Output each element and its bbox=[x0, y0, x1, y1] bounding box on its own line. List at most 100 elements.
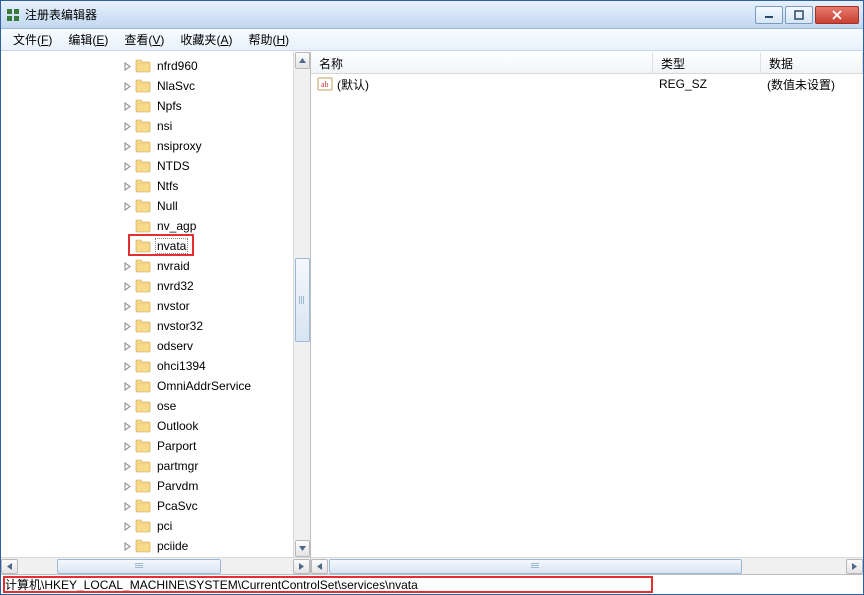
list-row[interactable]: ab(默认)REG_SZ(数值未设置) bbox=[311, 74, 863, 94]
tree-node[interactable]: Npfs bbox=[5, 96, 310, 116]
expand-icon[interactable] bbox=[121, 540, 133, 552]
scroll-right-button[interactable] bbox=[846, 559, 863, 574]
maximize-button[interactable] bbox=[785, 6, 813, 24]
tree-label[interactable]: Parport bbox=[155, 439, 198, 453]
list-horizontal-scrollbar[interactable] bbox=[311, 557, 863, 574]
tree-label[interactable]: nvata bbox=[155, 238, 188, 254]
tree-label[interactable]: Null bbox=[155, 199, 180, 213]
tree-node[interactable]: nv_agp bbox=[5, 216, 310, 236]
tree-view[interactable]: nfrd960 NlaSvc Npfs nsi nsiproxy NTDS Ntfs Null… bbox=[1, 52, 310, 557]
expand-icon[interactable] bbox=[121, 280, 133, 292]
col-type[interactable]: 类型 bbox=[653, 52, 761, 73]
tree-node[interactable]: PcaSvc bbox=[5, 496, 310, 516]
expand-icon[interactable] bbox=[121, 260, 133, 272]
expand-icon[interactable] bbox=[121, 380, 133, 392]
tree-label[interactable]: Parvdm bbox=[155, 479, 200, 493]
tree-node[interactable]: pci bbox=[5, 516, 310, 536]
menu-edit[interactable]: 编辑(E) bbox=[60, 29, 116, 50]
titlebar[interactable]: 注册表编辑器 bbox=[1, 1, 863, 29]
tree-label[interactable]: nsiproxy bbox=[155, 139, 204, 153]
scroll-down-button[interactable] bbox=[295, 540, 310, 557]
tree-label[interactable]: ohci1394 bbox=[155, 359, 208, 373]
tree-node[interactable]: Null bbox=[5, 196, 310, 216]
col-name[interactable]: 名称 bbox=[311, 52, 653, 73]
tree-node[interactable]: NTDS bbox=[5, 156, 310, 176]
expand-icon[interactable] bbox=[121, 500, 133, 512]
expand-icon[interactable] bbox=[121, 340, 133, 352]
tree-label[interactable]: Ntfs bbox=[155, 179, 180, 193]
tree-label[interactable]: pciide bbox=[155, 539, 190, 553]
minimize-button[interactable] bbox=[755, 6, 783, 24]
expand-icon[interactable] bbox=[121, 200, 133, 212]
tree-label[interactable]: PcaSvc bbox=[155, 499, 200, 513]
scroll-right-button[interactable] bbox=[293, 559, 310, 574]
tree-node[interactable]: nsi bbox=[5, 116, 310, 136]
tree-node[interactable]: odserv bbox=[5, 336, 310, 356]
tree-label[interactable]: ose bbox=[155, 399, 178, 413]
tree-node[interactable]: nsiproxy bbox=[5, 136, 310, 156]
list-view[interactable]: ab(默认)REG_SZ(数值未设置) bbox=[311, 74, 863, 557]
tree-label[interactable]: nsi bbox=[155, 119, 174, 133]
tree-horizontal-scrollbar[interactable] bbox=[1, 557, 310, 574]
expand-icon[interactable] bbox=[121, 300, 133, 312]
expand-icon[interactable] bbox=[121, 420, 133, 432]
tree-node[interactable]: nvstor32 bbox=[5, 316, 310, 336]
scroll-thumb[interactable] bbox=[329, 559, 742, 574]
expand-icon[interactable] bbox=[121, 360, 133, 372]
tree-node[interactable]: partmgr bbox=[5, 456, 310, 476]
scroll-left-button[interactable] bbox=[1, 559, 18, 574]
expand-icon[interactable] bbox=[121, 60, 133, 72]
expand-icon[interactable] bbox=[121, 160, 133, 172]
tree-label[interactable]: pci bbox=[155, 519, 174, 533]
scroll-left-button[interactable] bbox=[311, 559, 328, 574]
tree-label[interactable]: NTDS bbox=[155, 159, 192, 173]
tree-node[interactable]: nfrd960 bbox=[5, 56, 310, 76]
expand-icon[interactable] bbox=[121, 440, 133, 452]
scroll-track[interactable] bbox=[329, 559, 845, 574]
tree-node[interactable]: ohci1394 bbox=[5, 356, 310, 376]
menu-view[interactable]: 查看(V) bbox=[116, 29, 172, 50]
expand-icon[interactable] bbox=[121, 100, 133, 112]
tree-label[interactable]: NlaSvc bbox=[155, 79, 197, 93]
tree-vertical-scrollbar[interactable] bbox=[293, 52, 310, 557]
tree-label[interactable]: nvstor bbox=[155, 299, 192, 313]
scroll-track[interactable] bbox=[295, 70, 310, 539]
tree-node[interactable]: pciide bbox=[5, 536, 310, 556]
tree-node[interactable]: Outlook bbox=[5, 416, 310, 436]
expand-icon[interactable] bbox=[121, 140, 133, 152]
expand-icon[interactable] bbox=[121, 120, 133, 132]
scroll-thumb[interactable] bbox=[295, 258, 310, 342]
tree-node[interactable]: Parport bbox=[5, 436, 310, 456]
expand-icon[interactable] bbox=[121, 480, 133, 492]
menu-favorites[interactable]: 收藏夹(A) bbox=[172, 29, 240, 50]
tree-label[interactable]: nvraid bbox=[155, 259, 192, 273]
tree-node[interactable]: nvata bbox=[5, 236, 310, 256]
tree-node[interactable]: OmniAddrService bbox=[5, 376, 310, 396]
tree-label[interactable]: nvstor32 bbox=[155, 319, 205, 333]
menu-help[interactable]: 帮助(H) bbox=[240, 29, 297, 50]
expand-icon[interactable] bbox=[121, 520, 133, 532]
tree-label[interactable]: OmniAddrService bbox=[155, 379, 253, 393]
tree-label[interactable]: Outlook bbox=[155, 419, 200, 433]
expand-icon[interactable] bbox=[121, 460, 133, 472]
tree-node[interactable]: NlaSvc bbox=[5, 76, 310, 96]
menu-file[interactable]: 文件(F) bbox=[5, 29, 60, 50]
tree-label[interactable]: Npfs bbox=[155, 99, 184, 113]
scroll-track[interactable] bbox=[19, 559, 292, 574]
tree-node[interactable]: Parvdm bbox=[5, 476, 310, 496]
expand-icon[interactable] bbox=[121, 80, 133, 92]
expand-icon[interactable] bbox=[121, 180, 133, 192]
tree-label[interactable]: nvrd32 bbox=[155, 279, 196, 293]
tree-node[interactable]: nvraid bbox=[5, 256, 310, 276]
tree-label[interactable]: nfrd960 bbox=[155, 59, 200, 73]
scroll-up-button[interactable] bbox=[295, 52, 310, 69]
tree-label[interactable]: odserv bbox=[155, 339, 195, 353]
scroll-thumb[interactable] bbox=[57, 559, 221, 574]
tree-label[interactable]: partmgr bbox=[155, 459, 200, 473]
tree-node[interactable]: Ntfs bbox=[5, 176, 310, 196]
tree-node[interactable]: nvstor bbox=[5, 296, 310, 316]
tree-node[interactable]: nvrd32 bbox=[5, 276, 310, 296]
tree-node[interactable]: ose bbox=[5, 396, 310, 416]
tree-label[interactable]: nv_agp bbox=[155, 219, 198, 233]
expand-icon[interactable] bbox=[121, 400, 133, 412]
